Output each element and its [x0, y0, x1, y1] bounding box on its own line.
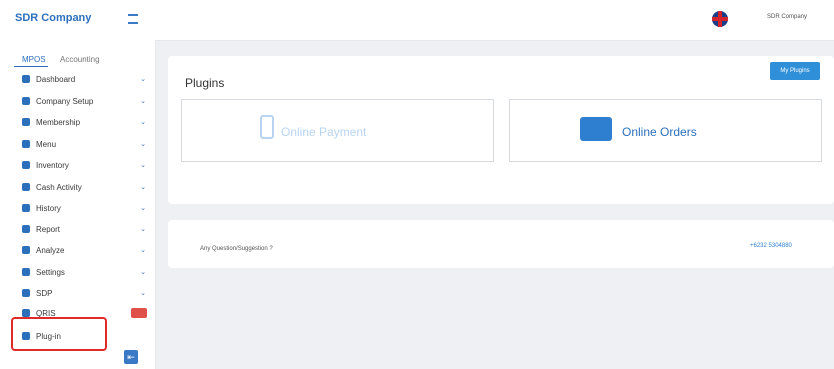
contact-phone-link[interactable]: +6232 5304880: [750, 243, 792, 249]
chevron-down-icon: ⌄: [140, 98, 146, 105]
sidebar-item-company-setup[interactable]: Company Setup ⌄: [22, 92, 150, 110]
chevron-down-icon: ⌄: [140, 269, 146, 276]
highlight-box: [11, 317, 107, 351]
chevron-down-icon: ⌄: [140, 290, 146, 297]
sidebar-item-history[interactable]: History ⌄: [22, 199, 150, 217]
analyze-icon: [22, 246, 30, 254]
sidebar-item-analyze[interactable]: Analyze ⌄: [22, 241, 150, 259]
phone-icon: [260, 115, 274, 139]
store-icon: [580, 117, 612, 141]
sidebar-item-menu[interactable]: Menu ⌄: [22, 135, 150, 153]
uk-flag-icon[interactable]: [712, 11, 728, 27]
menu-toggle-icon[interactable]: [128, 14, 138, 24]
sidebar-item-label: SDP: [36, 288, 53, 298]
sidebar-item-label: Menu: [36, 139, 57, 149]
sidebar-item-membership[interactable]: Membership ⌄: [22, 113, 150, 131]
sidebar-item-label: Inventory: [36, 160, 69, 170]
sidebar-item-settings[interactable]: Settings ⌄: [22, 263, 150, 281]
membership-icon: [22, 118, 30, 126]
chevron-down-icon: ⌄: [140, 226, 146, 233]
sidebar-item-report[interactable]: Report ⌄: [22, 220, 150, 238]
sidebar-item-label: Report: [36, 224, 61, 234]
sidebar-item-dashboard[interactable]: Dashboard ⌄: [22, 70, 150, 88]
top-bar: [155, 0, 834, 41]
chevron-down-icon: ⌄: [140, 141, 146, 148]
chevron-down-icon: ⌄: [140, 184, 146, 191]
new-badge: [131, 308, 147, 318]
tab-accounting[interactable]: Accounting: [60, 55, 100, 64]
sdp-icon: [22, 289, 30, 297]
chevron-down-icon: ⌄: [140, 162, 146, 169]
history-icon: [22, 204, 30, 212]
contact-question: Any Question/Suggestion ?: [200, 246, 273, 252]
sidebar-item-cash-activity[interactable]: Cash Activity ⌄: [22, 178, 150, 196]
chevron-down-icon: ⌄: [140, 119, 146, 126]
online-payment-label: Online Payment: [281, 125, 367, 139]
sidebar: SDR Company MPOS Accounting Dashboard ⌄ …: [0, 0, 156, 369]
qris-icon: [22, 309, 30, 317]
sidebar-item-label: Settings: [36, 267, 65, 277]
cash-icon: [22, 183, 30, 191]
settings-icon: [22, 268, 30, 276]
tab-active-indicator: [14, 66, 48, 67]
menu-icon: [22, 140, 30, 148]
sidebar-item-sdp[interactable]: SDP ⌄: [22, 284, 150, 302]
sidebar-item-inventory[interactable]: Inventory ⌄: [22, 156, 150, 174]
brand-name: SDR Company: [15, 12, 92, 24]
inventory-icon: [22, 161, 30, 169]
company-icon: [22, 97, 30, 105]
chevron-down-icon: ⌄: [140, 205, 146, 212]
sidebar-item-label: Analyze: [36, 245, 65, 255]
contact-card: [168, 220, 834, 268]
user-menu[interactable]: SDR Company: [767, 14, 807, 20]
collapse-sidebar-button[interactable]: ⇤: [124, 350, 138, 364]
my-plugins-button[interactable]: My Plugins: [770, 62, 820, 80]
sidebar-item-label: History: [36, 203, 61, 213]
online-orders-label: Online Orders: [622, 125, 697, 139]
page-title: Plugins: [185, 76, 225, 90]
sidebar-item-label: Company Setup: [36, 96, 94, 106]
tab-mpos[interactable]: MPOS: [22, 55, 46, 64]
report-icon: [22, 225, 30, 233]
dashboard-icon: [22, 75, 30, 83]
sidebar-item-label: Membership: [36, 117, 81, 127]
sidebar-item-label: Dashboard: [36, 74, 76, 84]
sidebar-item-label: Cash Activity: [36, 182, 82, 192]
chevron-down-icon: ⌄: [140, 247, 146, 254]
chevron-down-icon: ⌄: [140, 76, 146, 83]
